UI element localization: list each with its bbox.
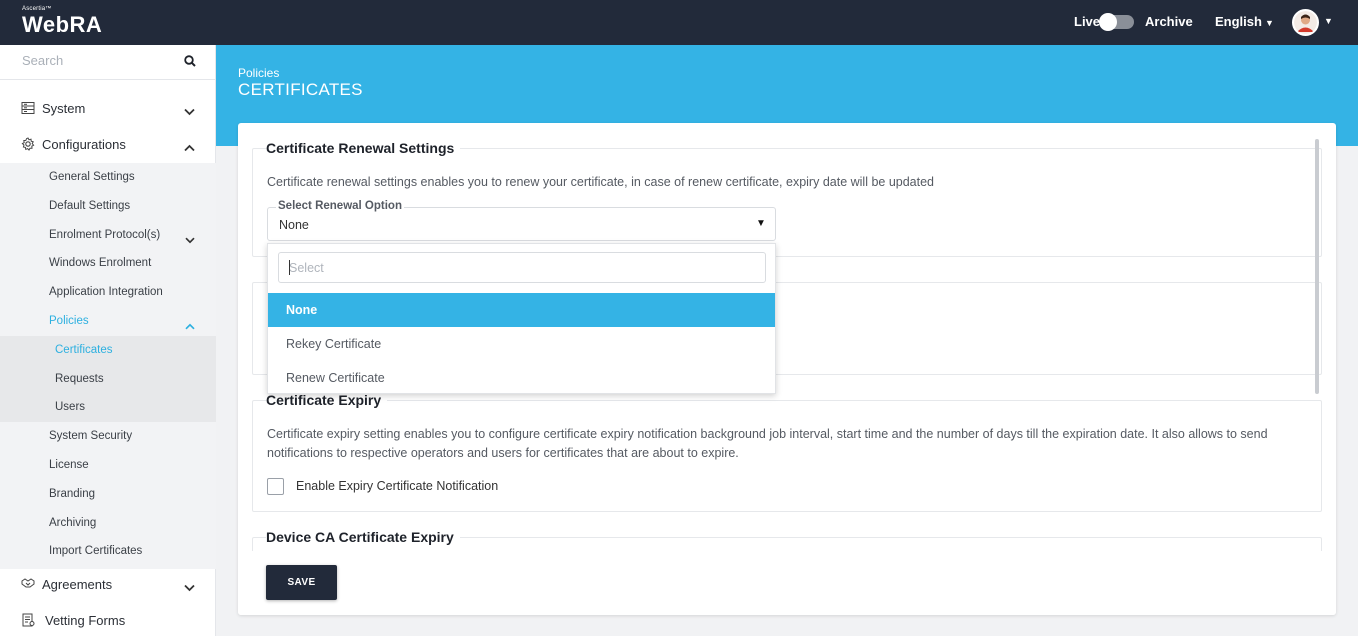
select-value: None <box>279 218 309 232</box>
sidebar-item-label: Branding <box>49 488 96 500</box>
sidebar-item-requests[interactable]: Requests <box>0 365 216 394</box>
live-archive-toggle[interactable] <box>1099 13 1134 31</box>
sidebar-item-label: Users <box>55 401 86 413</box>
device-ca-section-title: Device CA Certificate Expiry <box>266 529 460 545</box>
chevron-down-icon <box>184 104 195 119</box>
sidebar-item-agreements[interactable]: Agreements <box>0 567 216 603</box>
sidebar-item-certificates[interactable]: Certificates <box>0 336 216 365</box>
handshake-icon <box>21 577 35 592</box>
sidebar-item-vetting-forms[interactable]: Vetting Forms <box>0 603 216 636</box>
sidebar-item-label: Import Certificates <box>49 545 143 557</box>
logo-text: WebRA <box>22 12 103 37</box>
live-label: Live <box>1074 14 1101 29</box>
sidebar-item-enrolment-protocols[interactable]: Enrolment Protocol(s) <box>0 221 216 250</box>
sidebar-item-policies[interactable]: Policies <box>0 307 216 336</box>
sidebar-item-label: Enrolment Protocol(s) <box>49 229 161 241</box>
search-icon[interactable] <box>184 55 196 70</box>
dropdown-option-renew[interactable]: Renew Certificate <box>268 361 775 395</box>
sidebar-item-label: Windows Enrolment <box>49 257 152 269</box>
sidebar-item-label: System <box>42 101 86 116</box>
dropdown-option-rekey[interactable]: Rekey Certificate <box>268 327 775 361</box>
page-title: CERTIFICATES <box>238 80 363 99</box>
sidebar-item-branding[interactable]: Branding <box>0 480 216 509</box>
select-label: Select Renewal Option <box>276 200 404 212</box>
caret-down-icon: ▼ <box>756 218 766 229</box>
sidebar-search <box>0 45 216 80</box>
sidebar-item-label: Application Integration <box>49 286 163 298</box>
top-bar: Ascertia™ WebRA Live Archive English ▼ ▼ <box>0 0 1358 45</box>
option-label: Renew Certificate <box>286 371 385 385</box>
sidebar-item-configurations[interactable]: Configurations <box>0 127 216 163</box>
expiry-description: Certificate expiry setting enables you t… <box>267 427 1268 460</box>
gear-icon <box>21 137 35 154</box>
logo[interactable]: Ascertia™ WebRA <box>22 6 102 37</box>
sidebar-item-label: Agreements <box>42 577 113 592</box>
sidebar-item-label: Vetting Forms <box>45 613 126 628</box>
user-avatar-icon <box>1294 11 1317 34</box>
chevron-up-icon <box>185 318 195 333</box>
language-label: English <box>1215 14 1262 29</box>
sidebar: System Configurations General Settings D… <box>0 45 216 636</box>
sidebar-item-label: General Settings <box>49 171 135 183</box>
sidebar-item-label: Requests <box>55 373 104 385</box>
avatar[interactable] <box>1292 9 1319 36</box>
sidebar-item-label: License <box>49 459 89 471</box>
sidebar-item-archiving[interactable]: Archiving <box>0 509 216 538</box>
renewal-description: Certificate renewal settings enables you… <box>267 175 935 189</box>
sidebar-item-default-settings[interactable]: Default Settings <box>0 192 216 221</box>
chevron-down-icon <box>184 580 195 595</box>
sidebar-item-system[interactable]: System <box>0 91 216 127</box>
save-button[interactable]: SAVE <box>266 565 337 600</box>
sidebar-item-label: Policies <box>49 315 89 327</box>
search-input[interactable] <box>22 53 172 68</box>
language-selector[interactable]: English ▼ <box>1215 14 1274 29</box>
sidebar-item-windows-enrolment[interactable]: Windows Enrolment <box>0 249 216 278</box>
scrollbar[interactable] <box>1315 139 1319 394</box>
breadcrumb[interactable]: Policies <box>238 66 279 80</box>
caret-down-icon: ▼ <box>1264 18 1274 28</box>
dropdown-option-none[interactable]: None <box>268 293 775 327</box>
sidebar-item-application-integration[interactable]: Application Integration <box>0 278 216 307</box>
dropdown-search-input[interactable] <box>278 252 766 283</box>
sidebar-item-users[interactable]: Users <box>0 393 216 422</box>
sidebar-item-label: Configurations <box>42 137 126 152</box>
option-label: Rekey Certificate <box>286 337 382 351</box>
user-menu-caret-icon[interactable]: ▼ <box>1324 16 1333 26</box>
sidebar-item-label: Certificates <box>55 344 113 356</box>
renewal-option-dropdown: None Rekey Certificate Renew Certificate <box>267 243 776 394</box>
footer-bar <box>238 551 1336 615</box>
server-icon <box>21 101 35 118</box>
renewal-section-title: Certificate Renewal Settings <box>266 140 461 156</box>
expiry-notification-label: Enable Expiry Certificate Notification <box>296 479 499 493</box>
settings-card: Certificate Renewal Settings Certificate… <box>238 123 1336 615</box>
sidebar-item-license[interactable]: License <box>0 451 216 480</box>
renewal-option-select[interactable]: Select Renewal Option None ▼ <box>267 200 776 241</box>
text-cursor <box>289 260 290 275</box>
form-icon <box>21 613 35 630</box>
option-label: None <box>286 303 318 317</box>
sidebar-item-system-security[interactable]: System Security <box>0 422 216 451</box>
chevron-up-icon <box>184 140 195 155</box>
sidebar-item-general-settings[interactable]: General Settings <box>0 163 216 192</box>
sidebar-item-label: System Security <box>49 430 133 442</box>
chevron-down-icon <box>185 232 195 247</box>
toggle-knob <box>1099 13 1117 31</box>
archive-label: Archive <box>1145 14 1193 29</box>
sidebar-item-import-certificates[interactable]: Import Certificates <box>0 537 216 566</box>
expiry-notification-checkbox[interactable] <box>267 478 284 495</box>
sidebar-item-label: Archiving <box>49 517 97 529</box>
sidebar-item-label: Default Settings <box>49 200 131 212</box>
